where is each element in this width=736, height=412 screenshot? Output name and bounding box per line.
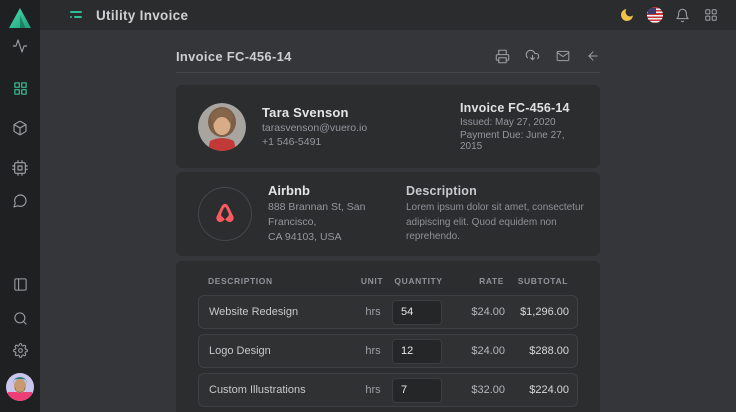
sidebar-item-settings[interactable] [0,341,40,359]
col-quantity: QUANTITY [391,276,446,286]
recipient-card: Tara Svenson tarasvenson@vuero.io +1 546… [176,85,600,168]
invoice-title: Invoice FC-456-14 [176,49,292,64]
print-button[interactable] [495,49,510,64]
box-icon [12,120,28,136]
quantity-input[interactable] [392,300,442,325]
bell-icon [675,8,690,23]
quantity-input[interactable] [392,378,442,403]
arrow-left-icon [586,49,600,63]
recipient-email: tarasvenson@vuero.io [262,122,367,134]
item-rate: $32.00 [447,384,505,396]
invoice-header: Invoice FC-456-14 [176,40,600,72]
col-unit: UNIT [353,276,391,286]
dark-mode-toggle[interactable] [618,7,635,24]
item-description: Website Redesign [209,306,354,318]
recipient-info: Tara Svenson tarasvenson@vuero.io +1 546… [262,105,367,148]
item-subtotal: $288.00 [505,345,569,357]
cpu-icon [12,160,28,176]
language-selector[interactable] [646,7,663,24]
apps-menu-button[interactable] [702,7,719,24]
item-subtotal: $224.00 [505,384,569,396]
company-address: 888 Brannan St, San Francisco,CA 94103, … [268,200,388,244]
line-items-card: DESCRIPTION UNIT QUANTITY RATE SUBTOTAL … [176,261,600,412]
airbnb-icon [212,201,238,227]
recipient-phone: +1 546-5491 [262,136,367,148]
sidebar-item-activity[interactable] [0,37,40,55]
printer-icon [495,49,510,64]
company-name: Airbnb [268,183,388,198]
item-rate: $24.00 [447,306,505,318]
sidebar-item-products[interactable] [0,119,40,137]
sender-card: Airbnb 888 Brannan St, San Francisco,CA … [176,172,600,256]
cloud-download-icon [525,48,540,64]
send-mail-button[interactable] [555,49,570,64]
company-logo [198,187,252,241]
download-button[interactable] [525,49,540,64]
brand-logo[interactable] [0,4,40,32]
invoice-actions [495,49,600,64]
app-window: Utility Invoice [0,0,736,412]
table-row: Website Redesign hrs $24.00 $1,296.00 [198,295,578,329]
invoice-due-date: Payment Due: June 27, 2015 [460,130,578,152]
sidebar-panel-icon [13,277,28,292]
invoice-description: Description Lorem ipsum dolor sit amet, … [406,184,586,245]
apps-grid-icon [704,8,718,22]
item-unit: hrs [354,306,392,318]
icon-sidebar [0,0,40,412]
quantity-input[interactable] [392,339,442,364]
moon-icon [619,7,635,23]
sidebar-item-search[interactable] [0,309,40,327]
header-divider [176,72,600,73]
recipient-name: Tara Svenson [262,105,367,120]
main-content: Invoice FC-456-14 [40,30,736,412]
col-rate: RATE [446,276,504,286]
menu-toggle-button[interactable] [70,10,84,20]
item-description: Logo Design [209,345,354,357]
sidebar-item-panels[interactable] [0,275,40,293]
invoice-issued-date: Issued: May 27, 2020 [460,117,578,128]
back-button[interactable] [585,49,600,64]
mail-icon [556,49,570,63]
description-heading: Description [406,184,586,198]
user-avatar-icon [6,373,34,401]
gear-icon [13,343,28,358]
chat-bubble-icon [12,193,28,209]
item-unit: hrs [354,345,392,357]
sidebar-item-messages[interactable] [0,192,40,210]
item-subtotal: $1,296.00 [505,306,569,318]
us-flag-icon [647,7,663,23]
profile-avatar[interactable] [0,372,40,402]
top-navbar: Utility Invoice [40,0,736,30]
item-description: Custom Illustrations [209,384,354,396]
sidebar-item-components[interactable] [0,159,40,177]
item-rate: $24.00 [447,345,505,357]
sidebar-item-dashboard[interactable] [0,79,40,97]
item-unit: hrs [354,384,392,396]
recipient-avatar [198,103,246,151]
col-subtotal: SUBTOTAL [504,276,568,286]
table-header: DESCRIPTION UNIT QUANTITY RATE SUBTOTAL [198,276,578,286]
table-row: Custom Illustrations hrs $32.00 $224.00 [198,373,578,407]
dashboard-grid-icon [13,81,28,96]
page-title: Utility Invoice [96,8,188,23]
col-description: DESCRIPTION [208,276,353,286]
invoice-number: Invoice FC-456-14 [460,101,578,115]
topbar-actions [618,7,736,24]
invoice-meta: Invoice FC-456-14 Issued: May 27, 2020 P… [460,101,578,152]
description-text: Lorem ipsum dolor sit amet, consectetur … [406,201,586,245]
search-icon [13,311,28,326]
triangle-logo-icon [8,7,32,29]
company-info: Airbnb 888 Brannan St, San Francisco,CA … [268,183,388,244]
activity-icon [12,38,28,54]
notifications-button[interactable] [674,7,691,24]
table-row: Logo Design hrs $24.00 $288.00 [198,334,578,368]
